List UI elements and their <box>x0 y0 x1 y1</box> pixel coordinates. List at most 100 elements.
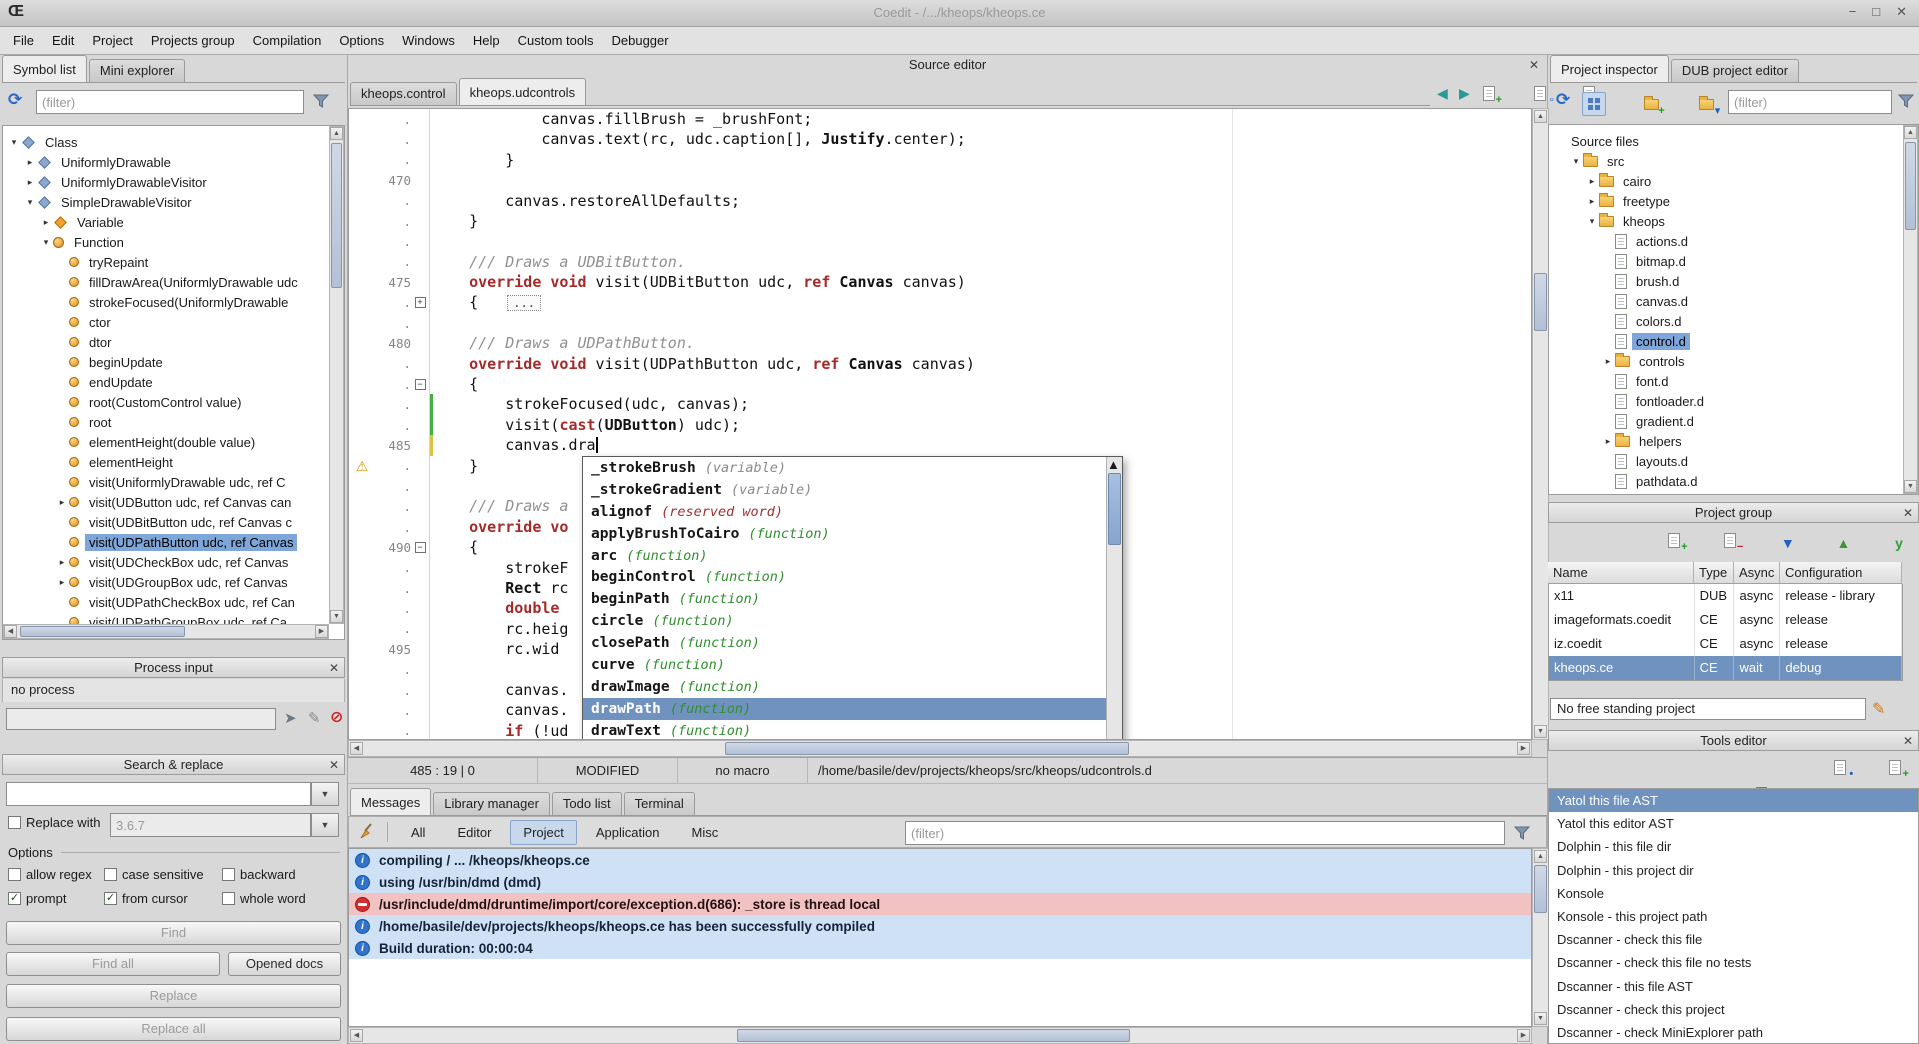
code-line[interactable]: .− { <box>349 374 1531 394</box>
code-line[interactable]: . canvas.text(rc, udc.caption[], Justify… <box>349 129 1531 149</box>
message-row[interactable]: /usr/include/dmd/druntime/import/core/ex… <box>349 893 1531 915</box>
messages-vscrollbar[interactable] <box>1532 848 1549 1027</box>
completion-scrollbar[interactable] <box>1106 457 1122 740</box>
scrollbar-thumb[interactable] <box>1534 273 1547 331</box>
project-row[interactable]: x11DUBasyncrelease - library <box>1549 584 1902 608</box>
file-item[interactable]: canvas.d <box>1549 291 1918 311</box>
nav-forward-icon[interactable] <box>1459 85 1470 102</box>
filter-toggle-project[interactable]: Project <box>510 820 576 845</box>
symbol-item[interactable]: ▸visit(UDCheckBox udc, ref Canvas <box>3 552 344 572</box>
completion-item[interactable]: circle(function) <box>583 610 1106 632</box>
tab-messages[interactable]: Messages <box>350 788 431 815</box>
process-input-field[interactable] <box>6 708 276 730</box>
completion-item[interactable]: drawImage(function) <box>583 676 1106 698</box>
refresh-inspector-icon[interactable] <box>1556 90 1570 110</box>
file-item[interactable]: control.d <box>1549 331 1918 351</box>
sync-folder-icon[interactable]: ▾ <box>1697 92 1721 116</box>
replace-dropdown-icon[interactable] <box>311 813 339 837</box>
symbol-item[interactable]: fillDrawArea(UniformlyDrawable udc <box>3 272 344 292</box>
code-line[interactable]: .+ { ... <box>349 293 1531 313</box>
project-row[interactable]: iz.coeditCEasyncrelease <box>1549 632 1902 656</box>
code-line[interactable]: . /// Draws a UDBitButton. <box>349 252 1531 272</box>
expand-icon[interactable]: ▸ <box>55 497 69 508</box>
completion-item[interactable]: curve(function) <box>583 654 1106 676</box>
column-header-name[interactable]: Name <box>1548 562 1694 584</box>
tool-item-dscanner-check-this-project[interactable]: Dscanner - check this project <box>1549 998 1918 1021</box>
message-row[interactable]: iBuild duration: 00:00:04 <box>349 937 1531 959</box>
expand-icon[interactable]: ▸ <box>23 177 37 188</box>
replace-button[interactable]: Replace <box>6 984 341 1008</box>
new-document-icon[interactable]: + <box>1479 81 1503 105</box>
kill-process-icon[interactable] <box>330 707 343 727</box>
remove-project-icon[interactable]: − <box>1720 528 1744 552</box>
expand-icon[interactable]: ▸ <box>23 157 37 168</box>
message-filter-input[interactable] <box>905 821 1505 845</box>
checkbox-whole-word[interactable]: whole word <box>222 891 332 906</box>
file-item[interactable]: gradient.d <box>1549 411 1918 431</box>
code-line[interactable]: 480 /// Draws a UDPathButton. <box>349 333 1531 353</box>
scrollbar-thumb[interactable] <box>737 1029 1130 1042</box>
column-header-type[interactable]: Type <box>1694 562 1734 584</box>
nav-back-icon[interactable] <box>1437 85 1448 102</box>
project-row[interactable]: kheops.ceCEwaitdebug <box>1549 656 1902 680</box>
symbol-item[interactable]: ▾Class <box>3 132 344 152</box>
fold-box[interactable]: − <box>415 379 426 390</box>
tab-library-manager[interactable]: Library manager <box>433 792 550 815</box>
symbol-item[interactable]: ▾SimpleDrawableVisitor <box>3 192 344 212</box>
file-item[interactable]: brush.d <box>1549 271 1918 291</box>
symbol-filter-input[interactable] <box>36 90 304 114</box>
code-line[interactable]: . } <box>349 211 1531 231</box>
opened-docs-button[interactable]: Opened docs <box>228 952 341 976</box>
code-line[interactable]: . canvas.restoreAllDefaults; <box>349 191 1531 211</box>
code-line[interactable]: . <box>349 231 1531 251</box>
scrollbar-thumb[interactable] <box>331 143 342 288</box>
scrollbar-thumb[interactable] <box>20 626 185 637</box>
collapse-icon[interactable]: ▾ <box>7 137 21 148</box>
symbol-item[interactable]: ▸visit(UDGroupBox udc, ref Canvas <box>3 572 344 592</box>
clear-filter-icon[interactable] <box>312 92 330 113</box>
code-line[interactable]: 475 override void visit(UDBitButton udc,… <box>349 272 1531 292</box>
messages-hscrollbar[interactable] <box>348 1027 1532 1044</box>
close-button[interactable] <box>1896 4 1907 20</box>
code-line[interactable]: 470 <box>349 170 1531 190</box>
symbol-item[interactable]: ▸UniformlyDrawable <box>3 152 344 172</box>
checkbox-prompt[interactable]: ✓prompt <box>8 891 104 906</box>
fold-toggle-icon[interactable]: + <box>411 297 429 308</box>
editor-vscrollbar[interactable] <box>1532 108 1549 740</box>
column-header-async[interactable]: Async <box>1734 562 1780 584</box>
tool-doc-icon[interactable]: • <box>1830 755 1854 779</box>
symbol-item[interactable]: root(CustomControl value) <box>3 392 344 412</box>
expand-icon[interactable]: ▸ <box>39 217 53 228</box>
symbol-item[interactable]: visit(UDPathCheckBox udc, ref Can <box>3 592 344 612</box>
expand-icon[interactable]: ▸ <box>1601 356 1615 367</box>
menu-windows[interactable]: Windows <box>393 29 464 52</box>
symbol-item[interactable]: ▾Function <box>3 232 344 252</box>
message-funnel-icon[interactable] <box>1513 824 1531 845</box>
symbol-tree-vscrollbar[interactable] <box>329 126 344 624</box>
send-input-icon[interactable] <box>284 709 297 727</box>
symbol-item[interactable]: ▸Variable <box>3 212 344 232</box>
doc-tab-kheops-control[interactable]: kheops.control <box>350 82 457 105</box>
symbol-item[interactable]: ▸visit(UDButton udc, ref Canvas can <box>3 492 344 512</box>
refresh-symbols-icon[interactable] <box>8 90 22 110</box>
find-all-button[interactable]: Find all <box>6 952 220 976</box>
replace-with-checkbox[interactable]: Replace with <box>8 815 100 830</box>
tool-item-dolphin-this-project-dir[interactable]: Dolphin - this project dir <box>1549 859 1918 882</box>
menu-projects-group[interactable]: Projects group <box>142 29 244 52</box>
view-mode-grid-icon[interactable] <box>1582 92 1606 116</box>
completion-item[interactable]: drawText(function) <box>583 720 1106 740</box>
symbol-item[interactable]: elementHeight(double value) <box>3 432 344 452</box>
symbol-item[interactable]: elementHeight <box>3 452 344 472</box>
symbol-tree-hscrollbar[interactable] <box>3 624 329 639</box>
filter-toggle-editor[interactable]: Editor <box>444 820 504 845</box>
column-header-configuration[interactable]: Configuration <box>1780 562 1902 584</box>
close-panel-icon[interactable] <box>1903 731 1913 751</box>
fold-toggle-icon[interactable]: − <box>411 379 429 390</box>
move-project-up-icon[interactable] <box>1831 531 1855 555</box>
tab-symbol-list[interactable]: Symbol list <box>2 55 87 82</box>
file-item[interactable]: layouts.d <box>1549 451 1918 471</box>
scrollbar-thumb[interactable] <box>725 742 1129 755</box>
add-project-icon[interactable]: + <box>1665 528 1689 552</box>
completion-item[interactable]: _strokeBrush(variable) <box>583 457 1106 479</box>
completion-item[interactable]: drawPath(function) <box>583 698 1106 720</box>
